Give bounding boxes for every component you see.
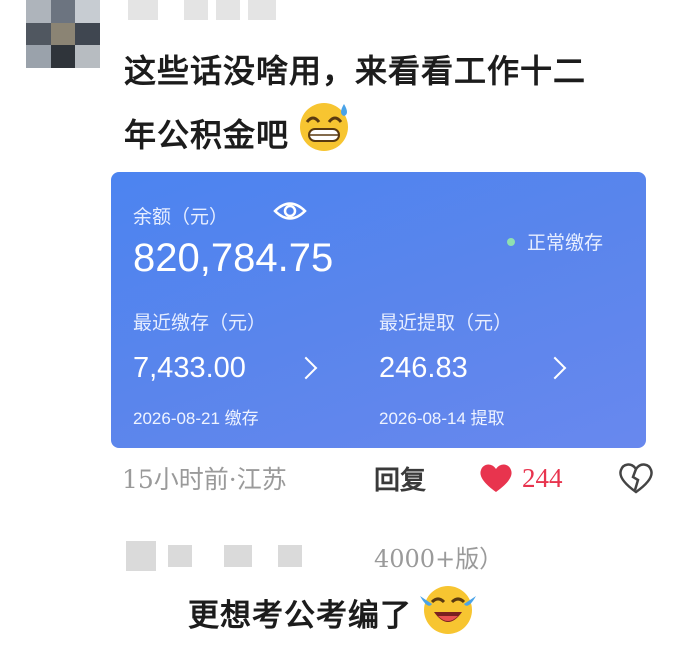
provident-fund-card[interactable]: 余额（元） 820,784.75 正常缴存 最近缴存（元） 7,433.00 2… bbox=[111, 172, 646, 448]
comment-time-location: 15小时前·江苏 bbox=[122, 465, 287, 494]
heart-icon bbox=[480, 464, 512, 492]
comment-text-line2: 年公积金吧 bbox=[124, 100, 664, 170]
status-dot-icon bbox=[507, 237, 515, 246]
recent-deposit-label: 最近缴存（元） bbox=[133, 312, 267, 334]
recent-deposit-date: 2026-08-21 缴存 bbox=[133, 409, 259, 428]
crying-laughing-icon bbox=[418, 580, 478, 644]
comment-text-line2-content: 年公积金吧 bbox=[124, 116, 290, 154]
version-text: 4000+版） bbox=[374, 544, 504, 573]
second-comment-header: 4000+版） bbox=[126, 536, 503, 576]
chevron-right-icon[interactable] bbox=[543, 356, 567, 380]
second-comment-content: 更想考公考编了 bbox=[188, 597, 412, 634]
status-text: 正常缴存 bbox=[527, 232, 604, 254]
avatar[interactable] bbox=[126, 541, 156, 571]
chevron-right-icon[interactable] bbox=[294, 356, 318, 380]
comment-text-line1: 这些话没啥用，来看看工作十二 bbox=[124, 52, 587, 90]
recent-withdraw-date: 2026-08-14 提取 bbox=[379, 409, 505, 428]
username-blurred[interactable] bbox=[128, 0, 276, 22]
like-button[interactable]: 244 bbox=[478, 458, 563, 498]
grinning-sweat-icon bbox=[295, 100, 353, 170]
like-count: 244 bbox=[522, 462, 563, 493]
username-blurred[interactable] bbox=[168, 545, 192, 567]
broken-heart-icon bbox=[619, 463, 653, 494]
reply-button[interactable]: 回复 bbox=[374, 458, 426, 498]
recent-withdraw-label: 最近提取（元） bbox=[379, 312, 513, 334]
recent-deposit-amount: 7,433.00 bbox=[133, 352, 246, 384]
username-blurred[interactable] bbox=[278, 545, 302, 567]
balance-label: 余额（元） bbox=[133, 206, 229, 228]
recent-withdraw-amount: 246.83 bbox=[379, 352, 468, 384]
balance-amount: 820,784.75 bbox=[133, 236, 334, 280]
username-blurred[interactable] bbox=[224, 545, 252, 567]
eye-icon[interactable] bbox=[273, 200, 307, 226]
status-badge: 正常缴存 bbox=[507, 228, 603, 255]
dislike-button[interactable] bbox=[618, 458, 654, 498]
avatar[interactable] bbox=[26, 0, 100, 68]
second-comment-text: 更想考公考编了 bbox=[188, 580, 478, 644]
